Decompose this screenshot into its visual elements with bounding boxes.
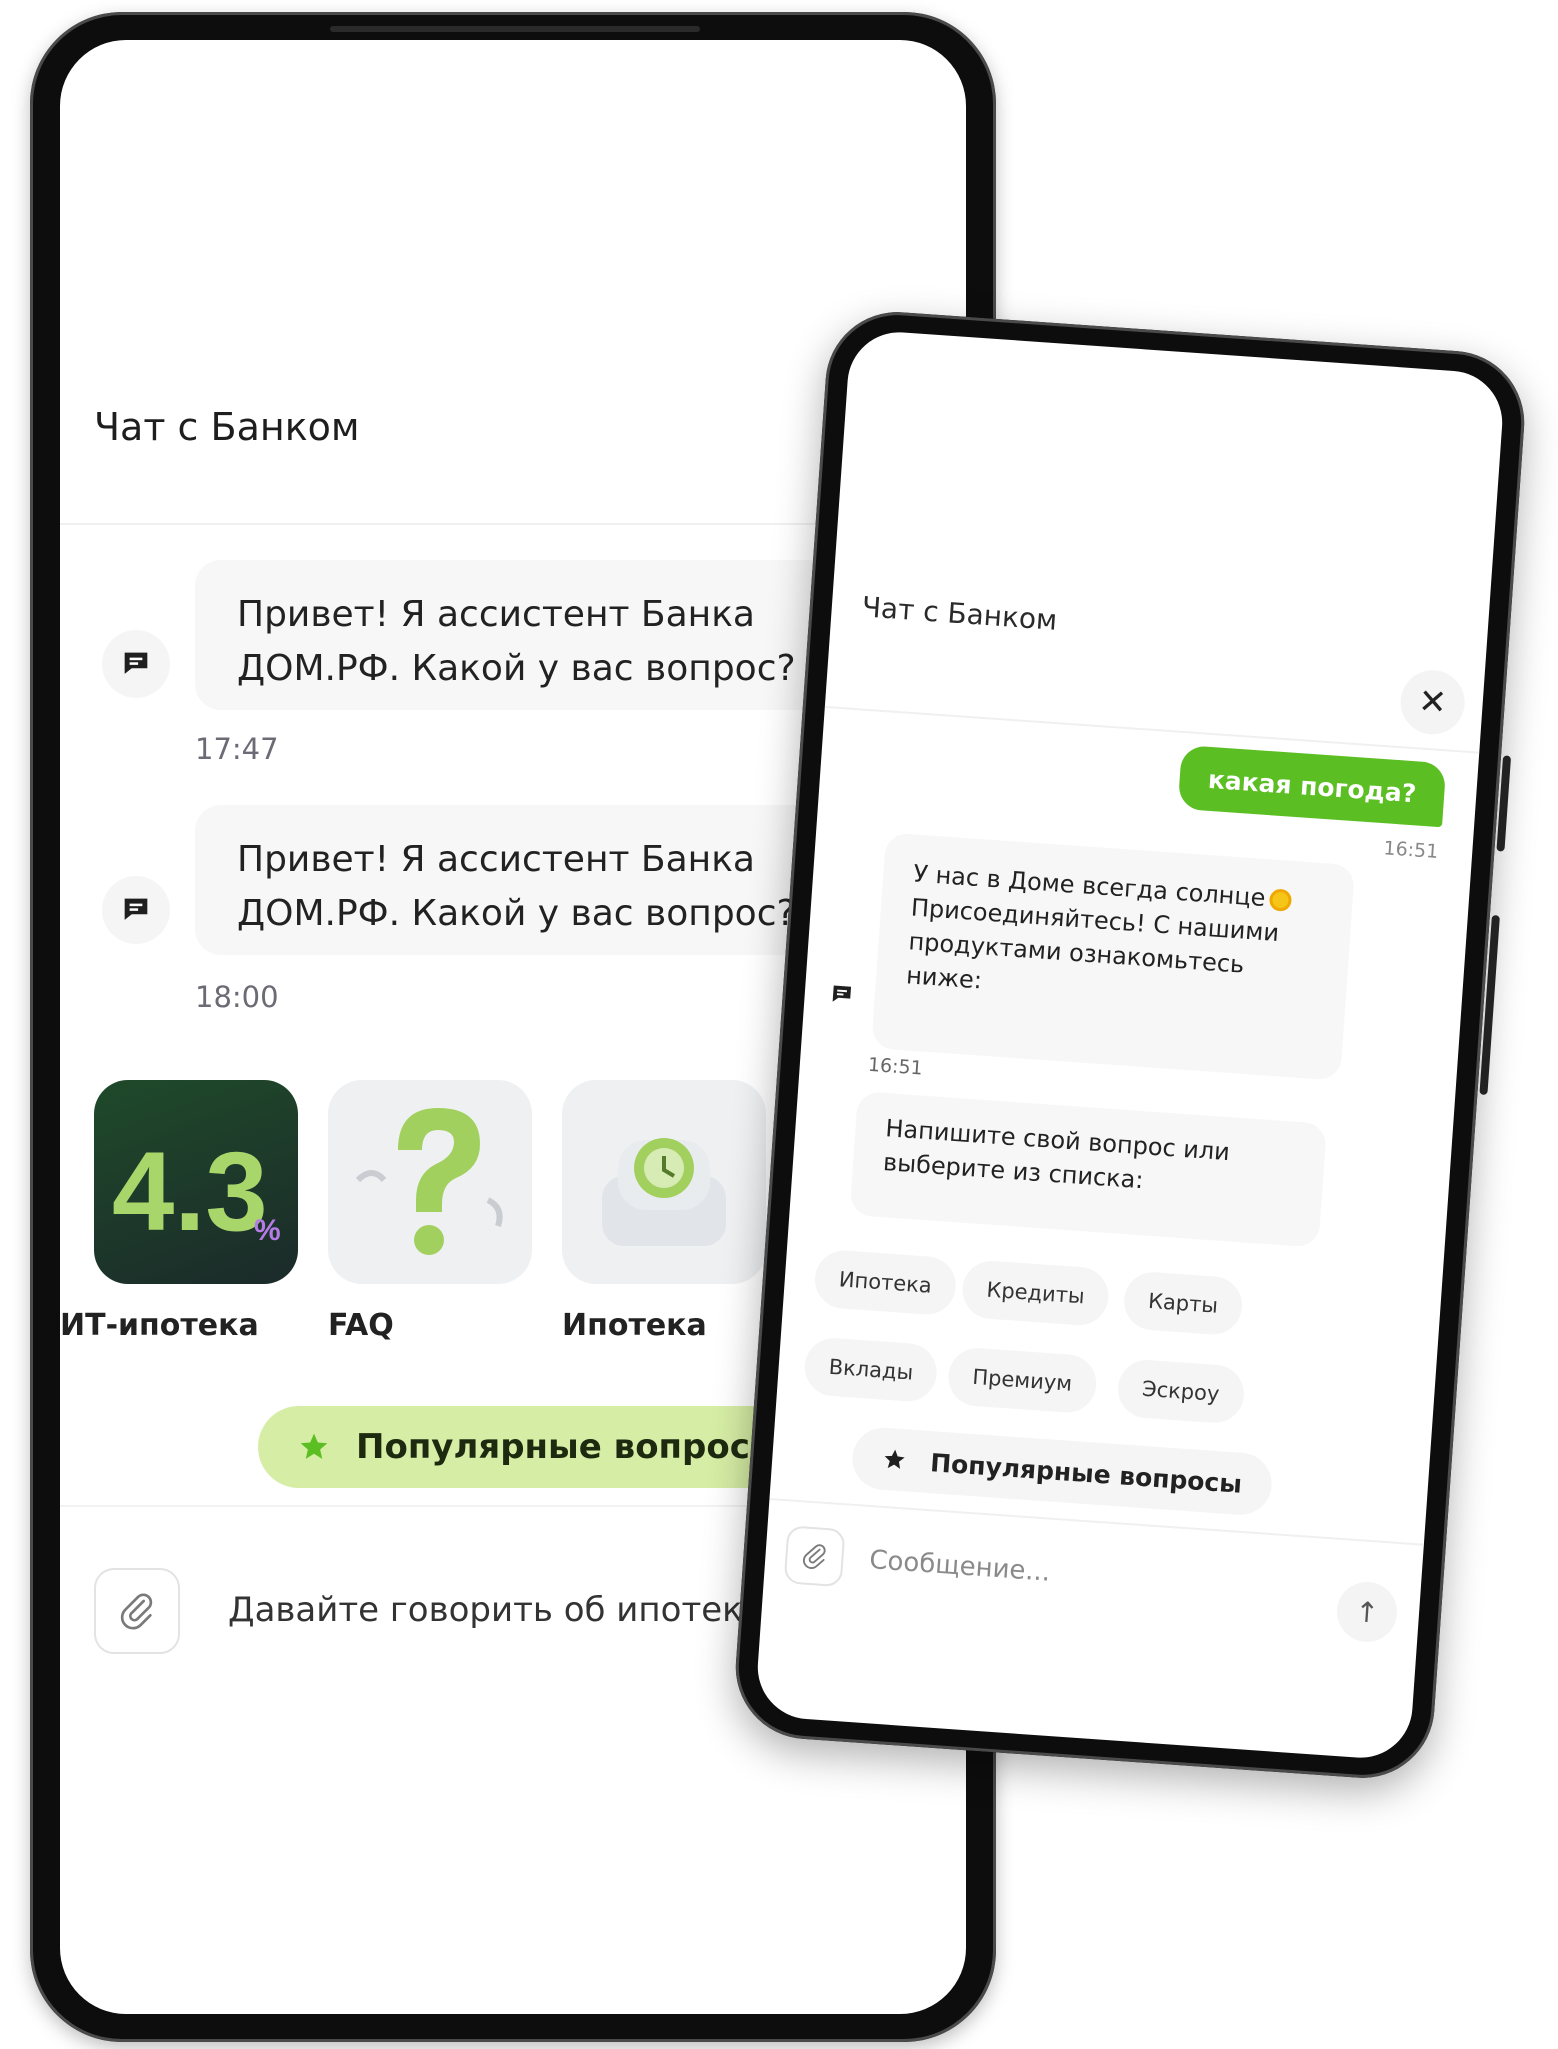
sun-icon	[1268, 888, 1293, 912]
close-button[interactable]: ✕	[1398, 668, 1467, 737]
chip-mortgage[interactable]: Ипотека	[812, 1248, 958, 1317]
phone-front: Чат с Банком ✕ какая погода? 16:51 У нас…	[730, 307, 1530, 1783]
message-input[interactable]: Давайте говорить об ипотеке	[228, 1590, 764, 1630]
send-button[interactable]: ↑	[1335, 1579, 1400, 1644]
chip-premium[interactable]: Премиум	[946, 1346, 1099, 1415]
message-line: ДОМ.РФ. Какой у вас вопрос?	[237, 648, 796, 689]
card-mortgage[interactable]	[562, 1080, 766, 1284]
message-timestamp: 16:51	[867, 1053, 924, 1080]
chip-cards[interactable]: Карты	[1122, 1270, 1244, 1337]
paperclip-icon	[802, 1544, 826, 1569]
popular-questions-label: Популярные вопросы	[356, 1427, 781, 1467]
message-input[interactable]: Сообщение...	[868, 1545, 1051, 1588]
attach-button[interactable]	[94, 1568, 180, 1654]
card-label: FAQ	[328, 1308, 394, 1343]
card-label: ИТ-ипотека	[60, 1308, 259, 1343]
close-icon: ✕	[1417, 681, 1449, 724]
page-title: Чат с Банком	[860, 590, 1059, 637]
rate-badge-value: 4.3	[112, 1129, 268, 1254]
rate-badge-percent: %	[254, 1214, 281, 1247]
armchair-clock-icon	[602, 1138, 726, 1246]
header-divider	[824, 705, 1480, 754]
card-faq[interactable]	[328, 1080, 532, 1284]
user-message-bubble: какая погода?	[1177, 744, 1447, 828]
bot-avatar	[102, 630, 170, 698]
star-icon	[884, 1449, 905, 1469]
arrow-up-icon: ↑	[1354, 1594, 1380, 1630]
bot-avatar	[102, 876, 170, 944]
star-icon	[300, 1433, 328, 1459]
page-title: Чат с Банком	[94, 405, 360, 449]
bot-message-bubble: Привет! Я ассистент Банка ДОМ.РФ. Какой …	[195, 560, 895, 710]
rate-badge-icon: 4.3 %	[112, 1129, 281, 1254]
popular-questions-label: Популярные вопросы	[929, 1447, 1243, 1499]
card-label: Ипотека	[562, 1308, 707, 1343]
popular-questions-button[interactable]: Популярные вопросы	[850, 1425, 1274, 1517]
bot-avatar	[815, 968, 869, 1022]
chat-bubble-icon	[124, 652, 148, 674]
card-it-mortgage[interactable]: 4.3 %	[94, 1080, 298, 1284]
message-timestamp: 17:47	[195, 732, 279, 766]
bot-prompt-bubble: Напишите свой вопрос или выберите из спи…	[849, 1091, 1327, 1248]
chat-bubble-icon	[832, 985, 852, 1002]
input-divider	[769, 1497, 1424, 1546]
chat-bubble-icon	[124, 898, 148, 920]
question-mark-icon	[355, 1108, 503, 1255]
chip-escrow[interactable]: Эскроу	[1116, 1358, 1246, 1425]
phone-side-button	[1479, 914, 1500, 1096]
paperclip-icon	[120, 1593, 153, 1630]
chip-deposits[interactable]: Вклады	[802, 1336, 940, 1404]
phone-side-button	[1496, 755, 1512, 852]
front-chat-screen: Чат с Банком ✕ какая погода? 16:51 У нас…	[754, 328, 1506, 1762]
message-line: Привет! Я ассистент Банка	[237, 594, 755, 635]
message-timestamp: 18:00	[195, 980, 279, 1014]
chip-credits[interactable]: Кредиты	[960, 1258, 1111, 1328]
user-message-text: какая погода?	[1207, 764, 1418, 808]
phone-speaker	[330, 26, 700, 32]
attach-button[interactable]	[783, 1525, 846, 1588]
message-timestamp: 16:51	[1382, 837, 1439, 864]
bot-message-bubble: У нас в Доме всегда солнце Присоединяйте…	[871, 832, 1356, 1081]
